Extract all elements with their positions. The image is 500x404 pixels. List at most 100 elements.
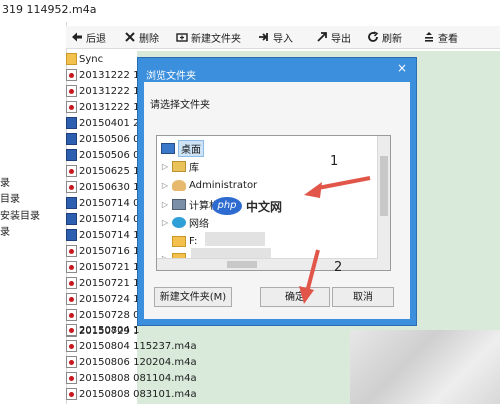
expand-arrow-icon[interactable]: ▷	[161, 181, 169, 190]
list-item[interactable]: 20150721 1	[66, 259, 137, 275]
expand-arrow-icon[interactable]: ▷	[161, 200, 169, 209]
window-title: 319 114952.m4a	[2, 3, 97, 16]
list-item[interactable]: 20150714 0	[66, 211, 137, 227]
audio-file-icon	[66, 324, 77, 336]
new-folder-icon	[176, 33, 188, 42]
audio-file-icon	[66, 165, 77, 177]
view-button[interactable]: 查看	[423, 28, 458, 46]
view-label: 查看	[438, 33, 458, 45]
back-button[interactable]: 后退	[71, 28, 106, 46]
left-tree-pane: 录 目录 安装目录 录	[0, 22, 67, 404]
list-item[interactable]: 20150808 081104.m4a	[66, 370, 346, 386]
refresh-icon	[368, 31, 379, 42]
dialog-close-button[interactable]: ×	[394, 60, 410, 76]
file-name: 20150804 115237.m4a	[79, 340, 197, 352]
video-file-icon	[66, 133, 77, 145]
file-name: 20150721 1	[79, 277, 137, 289]
file-name: 20150808 083101.m4a	[79, 388, 197, 400]
new-folder-dialog-button[interactable]: 新建文件夹(M)	[154, 287, 232, 307]
php-logo-icon: php	[212, 197, 242, 215]
audio-file-icon	[66, 340, 77, 352]
scrollbar-thumb[interactable]	[380, 156, 388, 216]
tree-node-computer[interactable]: ▷ 计算机	[161, 196, 219, 212]
audio-file-icon	[66, 277, 77, 289]
list-item[interactable]: 20150630 1	[66, 179, 137, 195]
list-item[interactable]: 20150728 0	[66, 307, 137, 323]
tree-node-label: 库	[189, 162, 199, 174]
audio-file-icon	[66, 293, 77, 305]
tree-node-f-drive[interactable]: F:	[161, 233, 197, 249]
left-tree-item[interactable]: 目录	[0, 190, 20, 205]
list-item[interactable]: 20131222 1	[66, 67, 137, 83]
desktop-icon	[161, 142, 175, 154]
video-file-icon	[66, 117, 77, 129]
video-file-icon	[66, 229, 77, 241]
ok-button[interactable]: 确定	[260, 287, 330, 307]
php-watermark: php 中文网	[212, 197, 282, 215]
file-name: 20150808 081104.m4a	[79, 372, 197, 384]
list-item[interactable]: 20150506 0	[66, 147, 137, 163]
import-button[interactable]: 导入	[258, 28, 293, 46]
list-item[interactable]: 20150721 1	[66, 275, 137, 291]
view-icon	[425, 32, 433, 42]
new-folder-label: 新建文件夹	[191, 33, 241, 45]
video-file-icon	[66, 149, 77, 161]
blurred-label	[205, 232, 265, 246]
list-item[interactable]: 20131222 1	[66, 83, 137, 99]
list-item[interactable]: Sync	[66, 51, 137, 67]
file-name: 20131222 1	[79, 85, 137, 97]
audio-file-icon	[66, 309, 77, 321]
audio-file-icon	[66, 181, 77, 193]
left-tree-item[interactable]: 录	[0, 223, 10, 238]
import-arrow-icon	[259, 33, 268, 41]
tree-node-administrator[interactable]: ▷ Administrator	[161, 177, 257, 193]
toolbar: 后退 删除 新建文件夹 导入 导出 刷新 查看	[66, 26, 500, 49]
tree-node-network[interactable]: ▷ 网络	[161, 214, 209, 230]
delete-button[interactable]: 删除	[124, 28, 159, 46]
list-item[interactable]: 20150625 1	[66, 163, 137, 179]
library-icon	[172, 160, 186, 172]
tree-node-label: 网络	[189, 218, 209, 230]
refresh-button[interactable]: 刷新	[367, 28, 402, 46]
file-name: 20150506 0	[79, 149, 137, 161]
list-item[interactable]: 20150716 1	[66, 243, 137, 259]
list-item[interactable]: 20150714 1	[66, 227, 137, 243]
back-label: 后退	[86, 33, 106, 45]
audio-file-icon	[66, 372, 77, 384]
list-item[interactable]: 20150714 0	[66, 195, 137, 211]
list-item[interactable]: 20150804 115237.m4a	[66, 338, 346, 354]
export-button[interactable]: 导出	[316, 28, 351, 46]
list-item[interactable]: 20150806 120204.m4a	[66, 354, 346, 370]
export-label: 导出	[331, 33, 351, 45]
import-label: 导入	[273, 33, 293, 45]
tree-node-library[interactable]: ▷ 库	[161, 158, 199, 174]
left-tree-item[interactable]: 录	[0, 174, 10, 189]
delete-x-icon	[125, 32, 135, 42]
cancel-button[interactable]: 取消	[332, 287, 394, 307]
browse-folder-dialog: 浏览文件夹 × 请选择文件夹 桌面 ▷ 库 ▷ Administrator ▷ …	[138, 58, 416, 325]
tree-node-desktop[interactable]: 桌面	[161, 139, 204, 157]
expand-arrow-icon[interactable]: ▷	[161, 162, 169, 171]
dialog-title: 浏览文件夹	[146, 71, 196, 82]
list-item[interactable]: 20150808 083101.m4a	[66, 386, 346, 402]
file-name: 20150714 0	[79, 197, 137, 209]
list-item[interactable]: 20131222 1	[66, 99, 137, 115]
file-name: 20150630 1	[79, 181, 137, 193]
audio-file-icon	[66, 69, 77, 81]
scrollbar-thumb[interactable]	[227, 261, 257, 268]
list-item[interactable]: 20150506 0	[66, 131, 137, 147]
tree-vertical-scrollbar[interactable]	[377, 136, 390, 270]
new-folder-button[interactable]: 新建文件夹	[176, 28, 241, 46]
tree-horizontal-scrollbar[interactable]	[157, 258, 378, 270]
expand-arrow-icon[interactable]: ▷	[161, 218, 169, 227]
file-name: 20150714 1	[79, 229, 137, 241]
blurred-region	[350, 330, 500, 404]
audio-file-icon	[66, 85, 77, 97]
file-name: 20150724 1	[79, 293, 137, 305]
annotation-number-1: 1	[330, 154, 339, 169]
left-tree-item[interactable]: 安装目录	[0, 207, 40, 222]
audio-file-icon	[66, 388, 77, 400]
list-item[interactable]: 20150724 1	[66, 291, 137, 307]
file-name: 20150506 0	[79, 133, 137, 145]
list-item[interactable]: 20150401 2	[66, 115, 137, 131]
